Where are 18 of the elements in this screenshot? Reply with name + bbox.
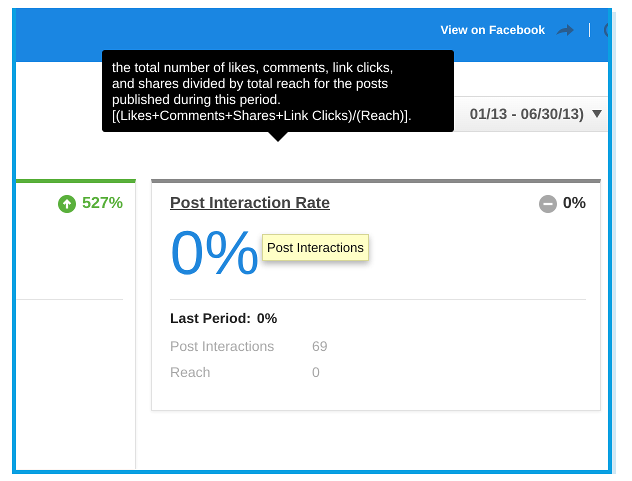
arrow-up-icon: [58, 195, 76, 213]
view-on-facebook-link[interactable]: View on Facebook: [440, 23, 545, 37]
tooltip-pointer: [268, 132, 288, 142]
stat-label: Reach: [170, 364, 212, 380]
change-value: 527%: [82, 195, 123, 213]
caret-icon: [592, 110, 602, 118]
last-period-value: 0%: [256, 310, 278, 326]
change-value: 0%: [562, 195, 586, 213]
tooltip: the total number of likes, comments, link clicks, and shares divided by total reach for the posts published during this period. [(Likes+Comments+Shares+Link Clicks)/(Reach)].: [102, 50, 454, 132]
stat-value: 0: [312, 364, 320, 380]
minus-icon: [538, 195, 557, 213]
stat-label: Post Interactions: [170, 338, 276, 354]
metric-title-link[interactable]: Post Interaction Rate: [170, 195, 330, 213]
metric-value: 0%: [170, 223, 260, 285]
share-arrow-icon[interactable]: [555, 23, 575, 37]
stat-value: 69: [312, 338, 328, 354]
hover-tooltip: Post Interactions: [262, 234, 369, 261]
last-period-label: Last Period:: [170, 310, 251, 326]
